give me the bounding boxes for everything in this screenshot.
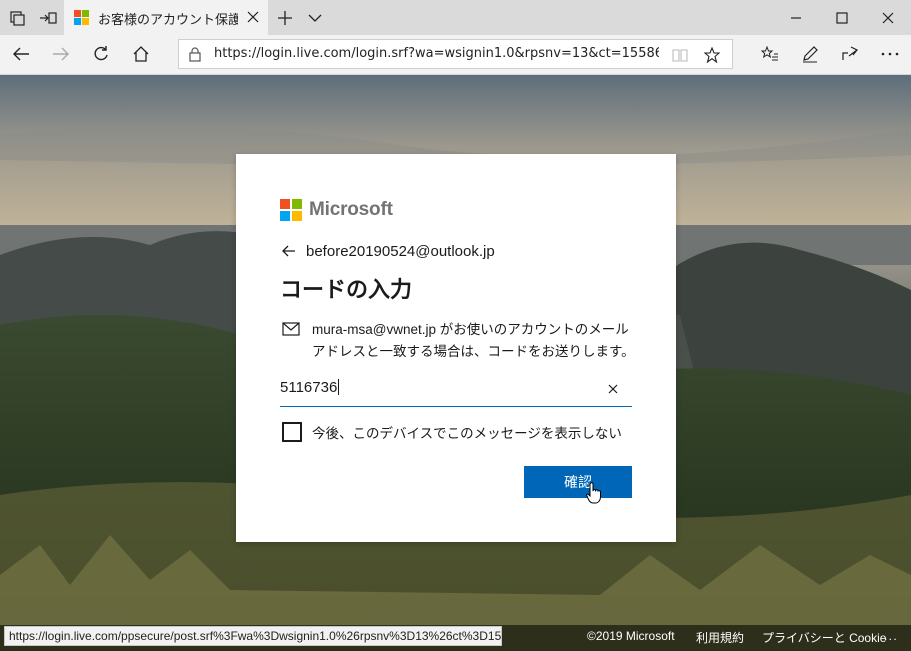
back-button[interactable]: [4, 39, 38, 69]
tab-preview-button[interactable]: [300, 0, 330, 35]
tab-active[interactable]: お客様のアカウント保護にご: [64, 0, 268, 35]
code-value[interactable]: 5116736: [280, 379, 340, 396]
identity-email: before20190524@outlook.jp: [306, 242, 495, 260]
set-aside-tabs-button[interactable]: [33, 0, 63, 35]
copyright-text: ©2019 Microsoft: [587, 629, 675, 643]
code-value-text: 5116736: [280, 379, 338, 396]
set-aside-icon: [40, 11, 57, 24]
minimize-icon: [791, 16, 801, 19]
logo-green: [292, 199, 302, 209]
tab-actions-button[interactable]: [2, 0, 32, 35]
maximize-icon: [836, 11, 848, 24]
brand-name: Microsoft: [309, 199, 393, 220]
arrow-right-icon: [53, 47, 69, 61]
tab-title: お客様のアカウント保護にご: [98, 13, 238, 28]
refresh-button[interactable]: [84, 39, 118, 69]
forward-button[interactable]: [44, 39, 78, 69]
favicon-blue: [74, 18, 81, 25]
plus-icon: [278, 10, 292, 25]
home-button[interactable]: [124, 39, 158, 69]
mail-icon: [282, 322, 300, 336]
home-icon: [133, 46, 149, 62]
microsoft-logo-icon: [280, 199, 302, 221]
arrow-left-icon: [13, 47, 29, 61]
identity-banner[interactable]: before20190524@outlook.jp: [280, 242, 495, 260]
terms-link[interactable]: 利用規約: [696, 629, 744, 646]
book-icon: [672, 49, 688, 62]
close-icon: [247, 11, 259, 23]
browser-window: お客様のアカウント保護にご: [0, 0, 911, 651]
verify-button[interactable]: 確認: [524, 466, 632, 498]
code-input[interactable]: 5116736: [280, 374, 632, 407]
pen-icon: [803, 46, 818, 63]
reading-view-button[interactable]: [669, 44, 691, 66]
back-arrow-icon[interactable]: [280, 242, 298, 260]
privacy-cookie-link[interactable]: プライバシーと Cookie: [762, 629, 886, 646]
chevron-down-icon: [308, 14, 322, 22]
favorite-button[interactable]: [701, 44, 723, 66]
favorites-hub-button[interactable]: [753, 39, 787, 69]
logo-yellow: [292, 211, 302, 221]
microsoft-favicon-icon: [74, 10, 89, 25]
address-bar[interactable]: https://login.live.com/login.srf?wa=wsig…: [178, 39, 733, 69]
new-tab-button[interactable]: [270, 0, 300, 35]
signin-card: Microsoft before20190524@outlook.jp コードの…: [236, 154, 676, 542]
more-button[interactable]: [873, 39, 907, 69]
status-url: https://login.live.com/ppsecure/post.srf…: [4, 626, 502, 646]
checkbox-label[interactable]: 今後、このデバイスでこのメッセージを表示しない: [312, 422, 622, 442]
hand-cursor-icon: [586, 482, 601, 504]
share-button[interactable]: [833, 39, 867, 69]
favorites-list-icon: [761, 46, 778, 61]
favicon-yellow: [82, 18, 89, 25]
message-text: mura-msa@vwnet.jp がお使いのアカウントのメール アドレスと一致…: [312, 322, 635, 359]
microsoft-logo: Microsoft: [280, 199, 393, 221]
text-caret: [338, 379, 340, 395]
tabs-set-aside-icon: [10, 10, 25, 26]
title-bar: お客様のアカウント保護にご: [0, 0, 911, 35]
url-text[interactable]: https://login.live.com/login.srf?wa=wsig…: [214, 46, 659, 61]
close-icon: [882, 12, 894, 23]
navigation-toolbar: https://login.live.com/login.srf?wa=wsig…: [0, 35, 911, 75]
share-icon: [842, 46, 859, 60]
more-options-link[interactable]: . . .: [884, 629, 897, 643]
notes-button[interactable]: [793, 39, 827, 69]
star-icon: [704, 47, 720, 63]
more-icon: [881, 52, 899, 56]
close-window-button[interactable]: [865, 0, 911, 35]
clear-button[interactable]: [604, 380, 622, 398]
lock-icon: [189, 47, 201, 62]
favicon-red: [74, 10, 81, 17]
page-title: コードの入力: [280, 278, 413, 303]
maximize-button[interactable]: [819, 0, 865, 35]
refresh-icon: [94, 46, 108, 61]
logo-red: [280, 199, 290, 209]
dont-show-again-row[interactable]: 今後、このデバイスでこのメッセージを表示しない: [282, 422, 622, 442]
tab-close-button[interactable]: [244, 8, 262, 26]
minimize-button[interactable]: [773, 0, 819, 35]
favicon-green: [82, 10, 89, 17]
dont-show-again-checkbox[interactable]: [282, 422, 302, 442]
logo-blue: [280, 211, 290, 221]
close-icon: [608, 384, 618, 394]
